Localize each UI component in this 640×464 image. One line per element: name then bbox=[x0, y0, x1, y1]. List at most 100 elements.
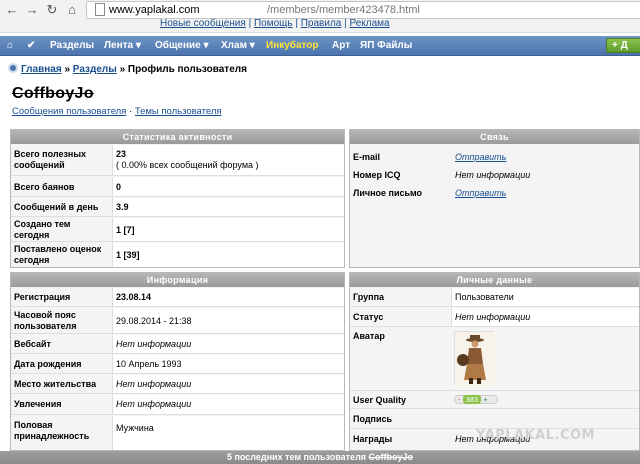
last-topics-label: 5 последних тем пользователя bbox=[226, 452, 367, 462]
activity-title: Статистика активности bbox=[11, 130, 344, 144]
breadcrumb: Главная » Разделы » Профиль пользователя bbox=[8, 63, 247, 75]
table-row: Группа Пользователи bbox=[350, 288, 639, 307]
row-value: 1 [39] bbox=[112, 243, 344, 267]
pm-send-link[interactable]: Отправить bbox=[455, 188, 506, 199]
row-value: 1 [7] bbox=[112, 218, 344, 241]
info-title: Информация bbox=[11, 273, 344, 287]
menu-chat[interactable]: Общение ▾ bbox=[155, 40, 209, 51]
browser-chrome: ← → ↻ ⌂ www.yaplakal.com /members/member… bbox=[0, 0, 640, 33]
link-new-posts[interactable]: Новые сообщения bbox=[160, 18, 246, 29]
table-row: Вебсайт Нет информации bbox=[11, 335, 344, 354]
crumb-separator: » bbox=[64, 64, 71, 75]
home-menu-icon[interactable]: ⌂ bbox=[7, 40, 13, 51]
url-path: /members/member423478.html bbox=[267, 4, 420, 16]
menu-art[interactable]: Арт bbox=[332, 40, 350, 51]
link-rules[interactable]: Правила bbox=[301, 18, 342, 29]
contact-title: Связь bbox=[350, 130, 639, 144]
table-row: Создано тем сегодня 1 [7] bbox=[11, 218, 344, 242]
local-time: 29.08.2014 - 21:38 bbox=[116, 316, 192, 326]
group-value: Пользователи bbox=[455, 292, 514, 302]
row-label: Место жительства bbox=[14, 379, 97, 389]
row-value: 29.08.2014 - 21:38 bbox=[112, 308, 344, 333]
row-value-text: 0 bbox=[116, 182, 122, 192]
thumbs-up-icon[interactable]: ✔ bbox=[27, 40, 35, 51]
quality-value: 383 bbox=[462, 395, 482, 404]
row-label: Награды bbox=[353, 434, 393, 444]
back-icon[interactable]: ← bbox=[4, 2, 20, 18]
row-label: User Quality bbox=[353, 395, 407, 405]
icq-value: Нет информации bbox=[455, 170, 531, 180]
row-label: Половая принадлежность bbox=[14, 420, 90, 441]
crumb-current: Профиль пользователя bbox=[127, 64, 247, 75]
location-value: Нет информации bbox=[116, 379, 192, 389]
row-label: Вебсайт bbox=[14, 339, 51, 349]
contact-panel: Связь E-mail Отправить Номер ICQ Нет инф… bbox=[349, 129, 640, 268]
row-label: Группа bbox=[353, 292, 385, 302]
table-row: Место жительства Нет информации bbox=[11, 375, 344, 394]
row-label: Всего полезных сообщений bbox=[14, 149, 87, 170]
link-separator: · bbox=[129, 106, 133, 117]
url-host: www.yaplakal.com bbox=[109, 4, 200, 16]
row-label: Аватар bbox=[353, 331, 385, 341]
menu-junk-label: Хлам bbox=[221, 40, 247, 51]
personal-panel: Личные данные Группа Пользователи Статус… bbox=[349, 272, 640, 451]
menu-junk[interactable]: Хлам ▾ bbox=[221, 40, 255, 51]
menu-incubator[interactable]: Инкубатор bbox=[266, 40, 319, 51]
menu-feed-label: Лента bbox=[104, 40, 134, 51]
add-button-label: Д bbox=[620, 40, 628, 51]
quality-minus-button[interactable]: - bbox=[458, 395, 461, 404]
activity-panel: Статистика активности Всего полезных соо… bbox=[10, 129, 345, 268]
user-quality-widget: - 383 + bbox=[454, 395, 498, 404]
table-row: Дата рождения 10 Апрель 1993 bbox=[11, 355, 344, 374]
row-label: Увлечения bbox=[14, 399, 62, 409]
row-value: 23 ( 0.00% всех сообщений форума ) bbox=[112, 145, 344, 175]
table-row: Поставлено оценок сегодня 1 [39] bbox=[11, 243, 344, 267]
page-icon bbox=[95, 3, 105, 16]
table-row: E-mail Отправить bbox=[350, 149, 639, 166]
table-row: Подпись bbox=[350, 410, 639, 429]
top-links: Новые сообщения | Помощь | Правила | Рек… bbox=[160, 18, 390, 29]
gender-value: Мужчина bbox=[116, 423, 154, 433]
link-help[interactable]: Помощь bbox=[254, 18, 293, 29]
row-value-text: 3.9 bbox=[116, 202, 129, 212]
row-label: Регистрация bbox=[14, 292, 71, 302]
home-icon[interactable]: ⌂ bbox=[64, 2, 80, 18]
table-row: Регистрация 23.08.14 bbox=[11, 288, 344, 307]
menu-files[interactable]: ЯП Файлы bbox=[360, 40, 412, 51]
row-label: Статус bbox=[353, 312, 384, 322]
quality-plus-button[interactable]: + bbox=[483, 395, 487, 404]
row-value: Пользователи bbox=[451, 288, 639, 306]
table-row: Всего полезных сообщений 23 ( 0.00% всех… bbox=[11, 145, 344, 176]
reg-date: 23.08.14 bbox=[116, 292, 152, 302]
row-label: Личное письмо bbox=[353, 188, 423, 198]
row-label: Всего баянов bbox=[14, 182, 75, 192]
user-name: CoffboyJo bbox=[12, 85, 94, 102]
row-label: Часовой пояс пользователя bbox=[14, 310, 77, 331]
email-send-link[interactable]: Отправить bbox=[455, 152, 506, 163]
user-topics-link[interactable]: Темы пользователя bbox=[135, 106, 222, 117]
last-topics-header[interactable]: 5 последних тем пользователя CoffboyJo bbox=[0, 451, 640, 464]
reload-icon[interactable]: ↻ bbox=[44, 2, 60, 18]
crumb-sections[interactable]: Разделы bbox=[73, 64, 117, 75]
row-label: Дата рождения bbox=[14, 359, 82, 369]
row-label: Подпись bbox=[353, 414, 393, 424]
status-value: Нет информации bbox=[455, 312, 531, 322]
row-label: Сообщений в день bbox=[14, 202, 99, 212]
address-bar[interactable]: www.yaplakal.com /members/member423478.h… bbox=[86, 1, 640, 19]
row-label: Поставлено оценок сегодня bbox=[14, 244, 102, 265]
crumb-home[interactable]: Главная bbox=[21, 64, 62, 75]
table-row: Номер ICQ Нет информации bbox=[350, 167, 639, 184]
menu-sections[interactable]: Разделы bbox=[50, 40, 94, 51]
table-row: Увлечения Нет информации bbox=[11, 395, 344, 415]
row-value-text: 1 [39] bbox=[116, 250, 140, 260]
add-button[interactable]: + Д bbox=[606, 38, 640, 53]
forward-icon[interactable]: → bbox=[24, 2, 40, 18]
menu-feed[interactable]: Лента ▾ bbox=[104, 40, 141, 51]
posts-count: 23 bbox=[116, 149, 127, 159]
row-value: Нет информации bbox=[112, 335, 344, 353]
breadcrumb-icon bbox=[8, 63, 18, 73]
table-row: Аватар bbox=[350, 328, 639, 391]
link-ads[interactable]: Реклама bbox=[350, 18, 390, 29]
watermark: YAPLAKAL.COM bbox=[476, 428, 595, 443]
user-posts-link[interactable]: Сообщения пользователя bbox=[12, 106, 126, 117]
